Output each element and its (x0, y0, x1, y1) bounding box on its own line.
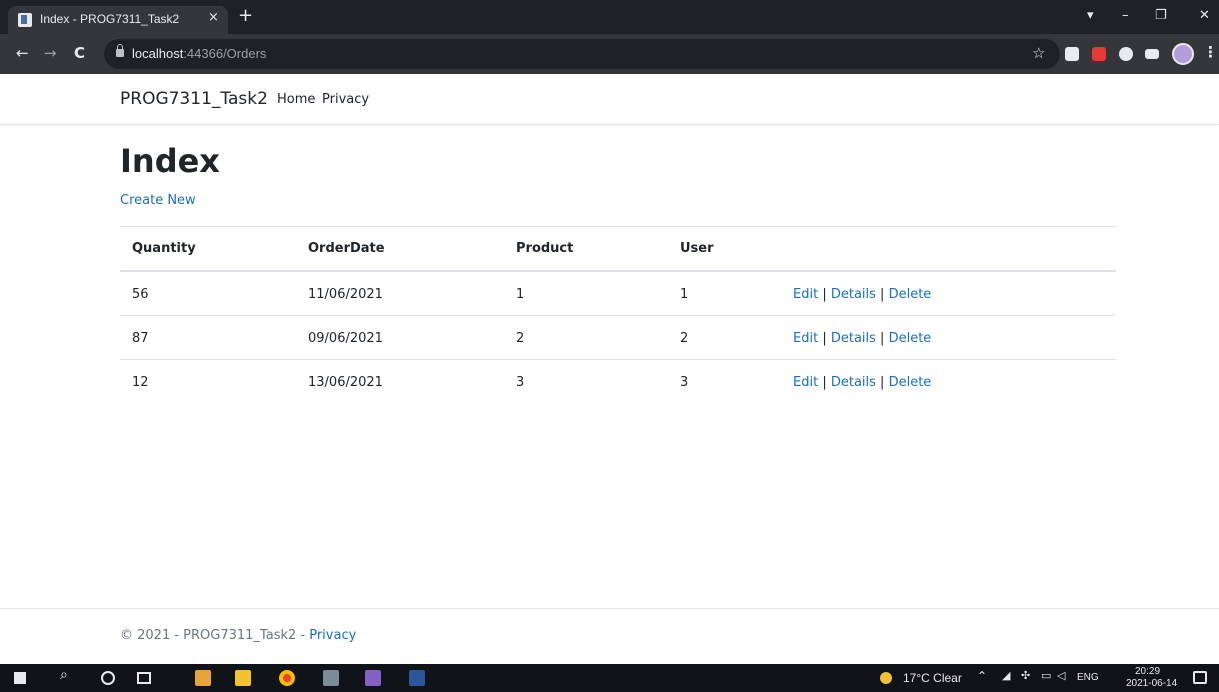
url-text[interactable]: localhost:44366/Orders (132, 46, 266, 61)
nav-link-home[interactable]: Home (277, 92, 315, 107)
cortana-icon[interactable] (101, 671, 115, 685)
cell-user: 1 (680, 287, 689, 302)
row-actions: Edit | Details | Delete (793, 375, 931, 390)
back-button[interactable]: ← (16, 44, 29, 62)
clock-time[interactable]: 20:29 (1135, 666, 1160, 677)
table-row: 12 13/06/2021 3 3 Edit | Details | Delet… (120, 360, 1116, 404)
action-separator: | (875, 287, 889, 302)
chrome-icon[interactable] (279, 670, 295, 686)
footer-copyright: © 2021 - PROG7311_Task2 - (120, 628, 310, 643)
page-favicon-icon (18, 13, 32, 27)
weather-moon-icon[interactable] (880, 672, 892, 684)
search-icon[interactable]: ⌕ (60, 667, 68, 683)
language-indicator[interactable]: ENG (1077, 672, 1099, 683)
site-brand-link[interactable]: PROG7311_Task2 (120, 89, 268, 109)
word-icon[interactable] (409, 670, 425, 686)
url-host: localhost (132, 46, 184, 61)
footer-privacy-link[interactable]: Privacy (309, 628, 356, 643)
browser-toolbar: ← → C localhost:44366/Orders ☆ ⋮ (0, 34, 1219, 74)
cell-quantity: 87 (132, 331, 149, 346)
row-actions: Edit | Details | Delete (793, 331, 931, 346)
header-user: User (680, 241, 714, 256)
edit-link[interactable]: Edit (793, 331, 818, 346)
weather-text[interactable]: 17°C Clear (903, 671, 962, 685)
table-header-row: Quantity OrderDate Product User (120, 227, 1116, 272)
tab-title: Index - PROG7311_Task2 (40, 12, 180, 26)
pocket-extension-icon[interactable] (1092, 47, 1106, 61)
nav-link-privacy[interactable]: Privacy (322, 92, 369, 107)
action-separator: | (818, 287, 831, 302)
windows-taskbar: ⌕ 17°C Clear ⌃ ◢ ✣ ▭ ◁ ENG 20:29 2021-06… (0, 664, 1219, 692)
cell-product: 3 (516, 375, 525, 390)
create-new-link[interactable]: Create New (120, 193, 196, 208)
orders-table: Quantity OrderDate Product User 56 11/06… (120, 226, 1116, 404)
restore-button[interactable]: ❐ (1155, 8, 1167, 23)
details-link[interactable]: Details (831, 287, 876, 302)
cell-quantity: 12 (132, 375, 149, 390)
new-tab-button[interactable]: + (238, 5, 253, 26)
task-view-icon[interactable] (137, 672, 151, 684)
cell-product: 2 (516, 331, 525, 346)
site-navbar: PROG7311_Task2 Home Privacy (0, 74, 1219, 125)
action-separator: | (875, 375, 889, 390)
table-row: 87 09/06/2021 2 2 Edit | Details | Delet… (120, 316, 1116, 360)
notifications-icon[interactable] (1193, 671, 1207, 684)
tab-close-icon[interactable]: × (208, 10, 219, 25)
header-order-date: OrderDate (308, 241, 385, 256)
header-product: Product (516, 241, 574, 256)
close-window-button[interactable]: ✕ (1199, 8, 1210, 23)
cell-user: 2 (680, 331, 689, 346)
cell-order-date: 11/06/2021 (308, 287, 383, 302)
row-actions: Edit | Details | Delete (793, 287, 931, 302)
forward-button[interactable]: → (44, 44, 57, 62)
table-row: 56 11/06/2021 1 1 Edit | Details | Delet… (120, 272, 1116, 316)
cell-order-date: 13/06/2021 (308, 375, 383, 390)
site-footer: © 2021 - PROG7311_Task2 - Privacy (0, 608, 1219, 663)
details-link[interactable]: Details (831, 375, 876, 390)
action-separator: | (818, 331, 831, 346)
puzzle-extensions-icon[interactable] (1119, 47, 1133, 61)
tray-overflow-icon[interactable]: ⌃ (977, 669, 987, 683)
browser-menu-icon[interactable]: ⋮ (1203, 43, 1218, 61)
delete-link[interactable]: Delete (889, 287, 932, 302)
battery-icon[interactable]: ▭ (1041, 669, 1051, 682)
dropbox-icon[interactable]: ✣ (1021, 669, 1030, 682)
profile-avatar[interactable] (1172, 43, 1194, 65)
clock-date[interactable]: 2021-06-14 (1126, 678, 1177, 689)
address-bar[interactable]: localhost:44366/Orders ☆ (104, 39, 1060, 69)
cell-user: 3 (680, 375, 689, 390)
cell-order-date: 09/06/2021 (308, 331, 383, 346)
bookmark-star-icon[interactable]: ☆ (1032, 44, 1045, 62)
reload-button[interactable]: C (74, 44, 85, 62)
tab-search-icon[interactable]: ▾ (1087, 8, 1094, 23)
browser-tab[interactable]: Index - PROG7311_Task2 × (8, 6, 228, 34)
store-icon[interactable] (195, 670, 211, 686)
page-title: Index (120, 142, 220, 180)
browser-tab-strip: Index - PROG7311_Task2 × + ▾ – ❐ ✕ (0, 0, 1219, 34)
footer-text: © 2021 - PROG7311_Task2 - Privacy (120, 628, 356, 643)
minimize-button[interactable]: – (1122, 8, 1129, 23)
visual-studio-icon[interactable] (365, 670, 381, 686)
windows-start-icon[interactable] (14, 672, 26, 684)
network-icon[interactable]: ◢ (1002, 669, 1010, 682)
action-separator: | (818, 375, 831, 390)
delete-link[interactable]: Delete (889, 375, 932, 390)
lock-icon[interactable] (116, 44, 124, 57)
edit-link[interactable]: Edit (793, 287, 818, 302)
delete-link[interactable]: Delete (889, 331, 932, 346)
details-link[interactable]: Details (831, 331, 876, 346)
edit-link[interactable]: Edit (793, 375, 818, 390)
header-quantity: Quantity (132, 241, 196, 256)
reading-list-icon[interactable] (1145, 49, 1159, 59)
volume-icon[interactable]: ◁ (1057, 669, 1065, 682)
cell-product: 1 (516, 287, 525, 302)
action-separator: | (875, 331, 889, 346)
file-explorer-icon[interactable] (235, 670, 251, 686)
snipping-tool-icon[interactable] (323, 670, 339, 686)
cell-quantity: 56 (132, 287, 149, 302)
extension-icon[interactable] (1065, 47, 1079, 61)
url-path: :44366/Orders (183, 46, 267, 61)
